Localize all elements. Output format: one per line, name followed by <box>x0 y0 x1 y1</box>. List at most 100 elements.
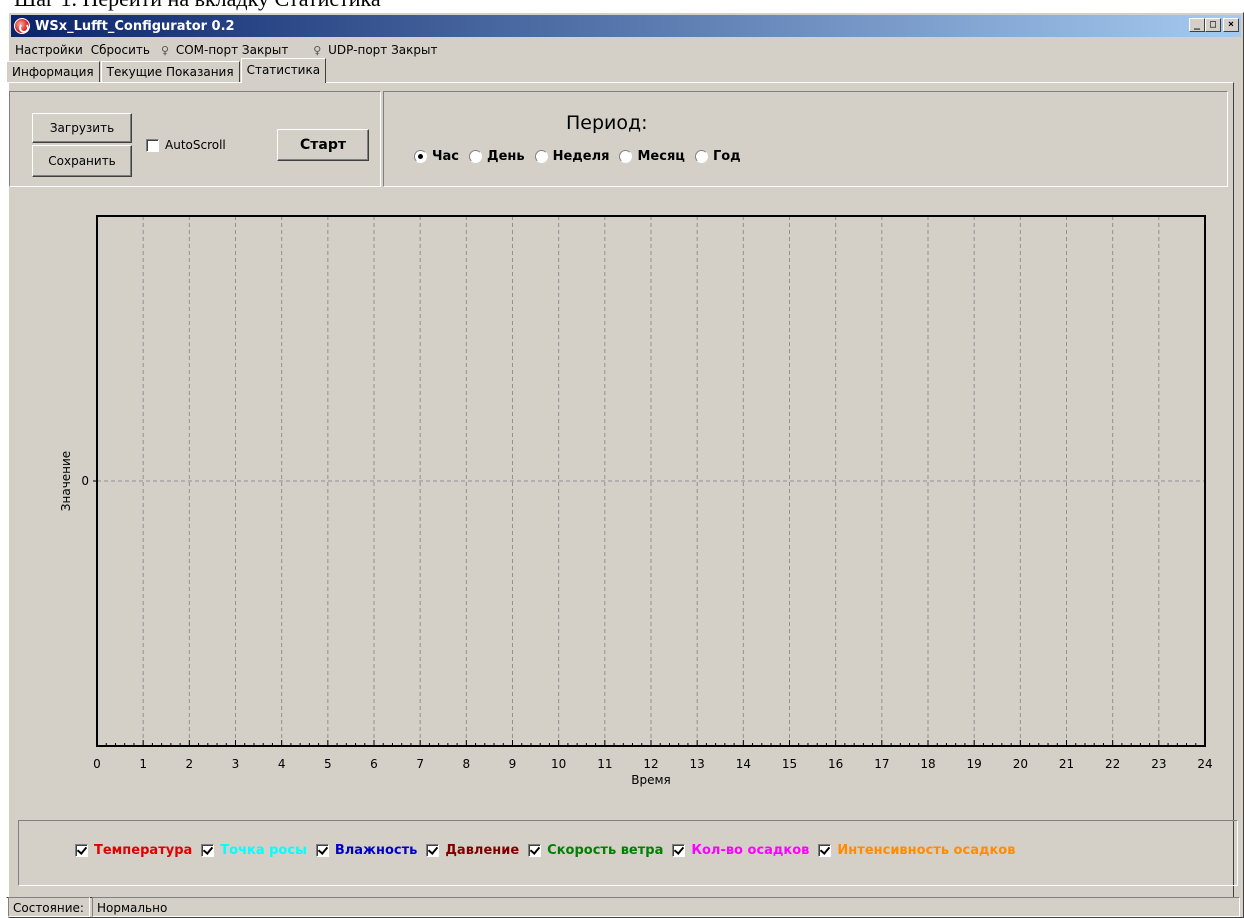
x-tick-label: 8 <box>463 757 471 771</box>
radio-label: Неделя <box>552 149 610 164</box>
period-option-hour[interactable]: Час <box>414 149 459 164</box>
period-option-day[interactable]: День <box>468 149 525 164</box>
x-tick-label: 23 <box>1151 757 1166 771</box>
legend-item[interactable]: Влажность <box>315 843 418 858</box>
legend-label: Скорость ветра <box>547 843 664 858</box>
save-button[interactable]: Сохранить <box>32 145 132 177</box>
x-tick-label: 20 <box>1013 757 1028 771</box>
x-tick-label: 19 <box>967 757 982 771</box>
tab-current-readings[interactable]: Текущие Показания <box>100 61 240 83</box>
minimize-button[interactable]: _ <box>1189 18 1205 32</box>
x-tick-label: 24 <box>1197 757 1212 771</box>
legend-label: Температура <box>94 843 193 858</box>
x-tick-label: 2 <box>186 757 194 771</box>
radio-label: Месяц <box>637 149 685 164</box>
statistics-chart: 0 1 2 3 4 5 6 7 8 9 10 11 12 13 14 15 16 17 18 19 20 21 22 23 24… <box>40 205 1244 805</box>
legend-label: Кол-во осадков <box>691 843 810 858</box>
y-axis-label: Значение <box>59 451 73 511</box>
lightbulb-icon: ♀ <box>160 44 170 57</box>
autoscroll-label: AutoScroll <box>165 138 226 152</box>
legend-checkbox[interactable] <box>818 844 832 857</box>
x-tick-label: 14 <box>736 757 751 771</box>
x-tick-label: 1 <box>139 757 147 771</box>
close-button[interactable]: × <box>1223 18 1239 32</box>
legend-item[interactable]: Кол-во осадков <box>672 843 809 858</box>
x-tick-label: 7 <box>416 757 424 771</box>
maximize-button[interactable]: □ <box>1205 18 1221 32</box>
autoscroll-checkbox[interactable]: AutoScroll <box>146 138 226 152</box>
menu-com-port[interactable]: ♀ COM-порт Закрыт <box>154 43 292 57</box>
x-tick-label: 21 <box>1059 757 1074 771</box>
tab-statistics[interactable]: Статистика <box>240 58 327 83</box>
status-bar: Состояние: Нормально <box>8 896 1244 918</box>
period-option-month[interactable]: Месяц <box>619 149 685 164</box>
period-radio-group: Час День Неделя Месяц Год <box>414 149 751 164</box>
legend-item[interactable]: Интенсивность осадков <box>818 843 1015 858</box>
com-port-label: COM-порт Закрыт <box>175 43 289 57</box>
legend-item[interactable]: Давление <box>426 843 519 858</box>
radio-button[interactable] <box>534 150 548 163</box>
x-tick-label: 13 <box>690 757 705 771</box>
x-tick-label: 3 <box>232 757 240 771</box>
radio-button[interactable] <box>414 150 427 163</box>
legend-checkbox[interactable] <box>672 844 686 857</box>
chart-svg: 0 1 2 3 4 5 6 7 8 9 10 11 12 13 14 15 16 17 18 19 20 21 22 23 24… <box>59 215 1213 787</box>
legend-checkbox[interactable] <box>426 844 440 857</box>
x-tick-label: 5 <box>324 757 332 771</box>
menu-settings[interactable]: Настройки <box>11 43 87 57</box>
autoscroll-check-box[interactable] <box>146 138 159 152</box>
menu-reset[interactable]: Сбросить <box>87 43 154 57</box>
radio-button[interactable] <box>468 150 482 163</box>
menu-bar: Настройки Сбросить ♀ COM-порт Закрыт ♀ U… <box>11 39 1241 61</box>
udp-port-label: UDP-порт Закрыт <box>328 43 438 57</box>
lightbulb-icon: ♀ <box>313 44 322 57</box>
start-button[interactable]: Старт <box>277 129 369 161</box>
x-tick-label: 0 <box>93 757 101 771</box>
document-caption: Шаг 1. Перейти на вкладку Статистика <box>14 0 381 12</box>
x-tick-label: 22 <box>1105 757 1120 771</box>
x-tick-label: 10 <box>551 757 566 771</box>
x-tick-label: 4 <box>278 757 286 771</box>
x-tick-label: 12 <box>643 757 658 771</box>
status-label: Состояние: <box>8 897 90 917</box>
menu-udp-port[interactable]: ♀ UDP-порт Закрыт <box>306 43 441 57</box>
radio-label: Час <box>432 149 459 164</box>
legend-checkbox[interactable] <box>315 844 329 857</box>
legend-label: Давление <box>445 843 520 858</box>
radio-label: День <box>486 149 525 164</box>
x-axis-label: Время <box>631 773 671 787</box>
x-tick-label: 11 <box>597 757 612 771</box>
status-value: Нормально <box>92 897 1240 917</box>
legend-label: Точка росы <box>220 843 307 858</box>
legend: Температура Точка росы Влажность Давление Ск… <box>75 843 1024 858</box>
y-tick-label: 0 <box>81 474 89 488</box>
period-title: Период: <box>566 112 648 134</box>
load-button[interactable]: Загрузить <box>32 113 132 143</box>
x-tick-label: 6 <box>370 757 378 771</box>
tab-strip: Информация Текущие Показания Статистика <box>6 58 327 83</box>
x-tick-label: 18 <box>920 757 935 771</box>
window-controls: _ □ × <box>1189 18 1239 32</box>
legend-item[interactable]: Скорость ветра <box>528 843 663 858</box>
x-tick-label: 9 <box>509 757 517 771</box>
legend-label: Влажность <box>334 843 418 858</box>
x-tick-label: 16 <box>828 757 843 771</box>
app-logo-icon <box>14 18 30 34</box>
x-tick-label: 17 <box>874 757 889 771</box>
radio-button[interactable] <box>619 150 633 163</box>
radio-button[interactable] <box>694 150 708 163</box>
title-bar[interactable]: WSx_Lufft_Configurator 0.2 _ □ × <box>11 15 1241 37</box>
period-option-week[interactable]: Неделя <box>534 149 610 164</box>
radio-label: Год <box>712 149 741 164</box>
legend-checkbox[interactable] <box>528 844 542 857</box>
legend-item[interactable]: Температура <box>75 843 192 858</box>
period-panel <box>383 91 1228 187</box>
legend-label: Интенсивность осадков <box>837 843 1016 858</box>
tab-info[interactable]: Информация <box>6 61 100 83</box>
legend-item[interactable]: Точка росы <box>201 843 307 858</box>
window-title: WSx_Lufft_Configurator 0.2 <box>35 18 235 34</box>
x-tick-label: 15 <box>782 757 797 771</box>
legend-checkbox[interactable] <box>75 844 88 857</box>
period-option-year[interactable]: Год <box>694 149 741 164</box>
legend-checkbox[interactable] <box>201 844 215 857</box>
